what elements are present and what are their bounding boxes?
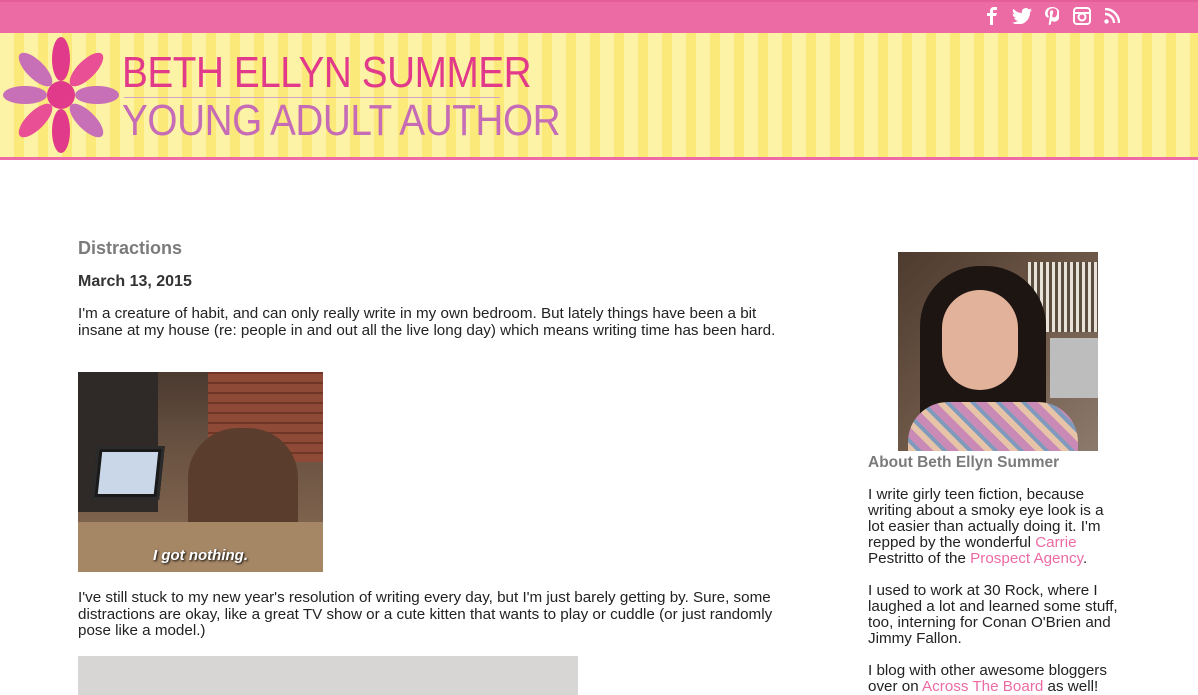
about-text: Pestritto of the: [868, 550, 971, 567]
social-links: [982, 6, 1122, 26]
about-paragraph-2: I used to work at 30 Rock, where I laugh…: [868, 582, 1118, 647]
pinterest-icon[interactable]: [1042, 6, 1062, 26]
post-image-2: [78, 656, 578, 695]
gif-laptop: [91, 446, 165, 500]
instagram-icon[interactable]: [1072, 6, 1092, 26]
photo-face: [942, 290, 1018, 390]
site-subtitle[interactable]: YOUNG ADULT AUTHOR: [122, 96, 561, 146]
link-across-the-board[interactable]: Across The Board: [922, 678, 1043, 695]
about-text: .: [1083, 550, 1088, 567]
post-gif-image: I got nothing.: [78, 372, 323, 572]
post-paragraph-2: I've still stuck to my new year's resolu…: [78, 589, 773, 639]
about-heading: About Beth Ellyn Summer: [868, 454, 1060, 471]
rss-icon[interactable]: [1102, 6, 1122, 26]
photo-monitor: [1050, 338, 1098, 398]
top-bar: [0, 0, 1198, 33]
banner-divider: [0, 157, 1198, 160]
author-photo: [898, 252, 1098, 451]
twitter-icon[interactable]: [1012, 6, 1032, 26]
post-paragraph-1: I'm a creature of habit, and can only re…: [78, 305, 776, 339]
post-header: Distractions: [78, 238, 778, 259]
link-prospect-agency[interactable]: Prospect Agency: [970, 550, 1083, 567]
link-carrie[interactable]: Carrie: [1035, 534, 1076, 551]
about-text: as well!: [1043, 678, 1099, 695]
gif-caption: I got nothing.: [153, 547, 248, 564]
site-title[interactable]: BETH ELLYN SUMMER: [122, 48, 532, 98]
post-date: March 13, 2015: [78, 273, 192, 290]
about-paragraph-1: I write girly teen fiction, because writ…: [868, 487, 1123, 567]
photo-dress: [908, 402, 1078, 451]
post-title[interactable]: Distractions: [78, 238, 778, 259]
about-paragraph-3: I blog with other awesome bloggers over …: [868, 663, 1123, 695]
facebook-icon[interactable]: [982, 6, 1002, 26]
flower-logo-icon[interactable]: [2, 36, 120, 154]
